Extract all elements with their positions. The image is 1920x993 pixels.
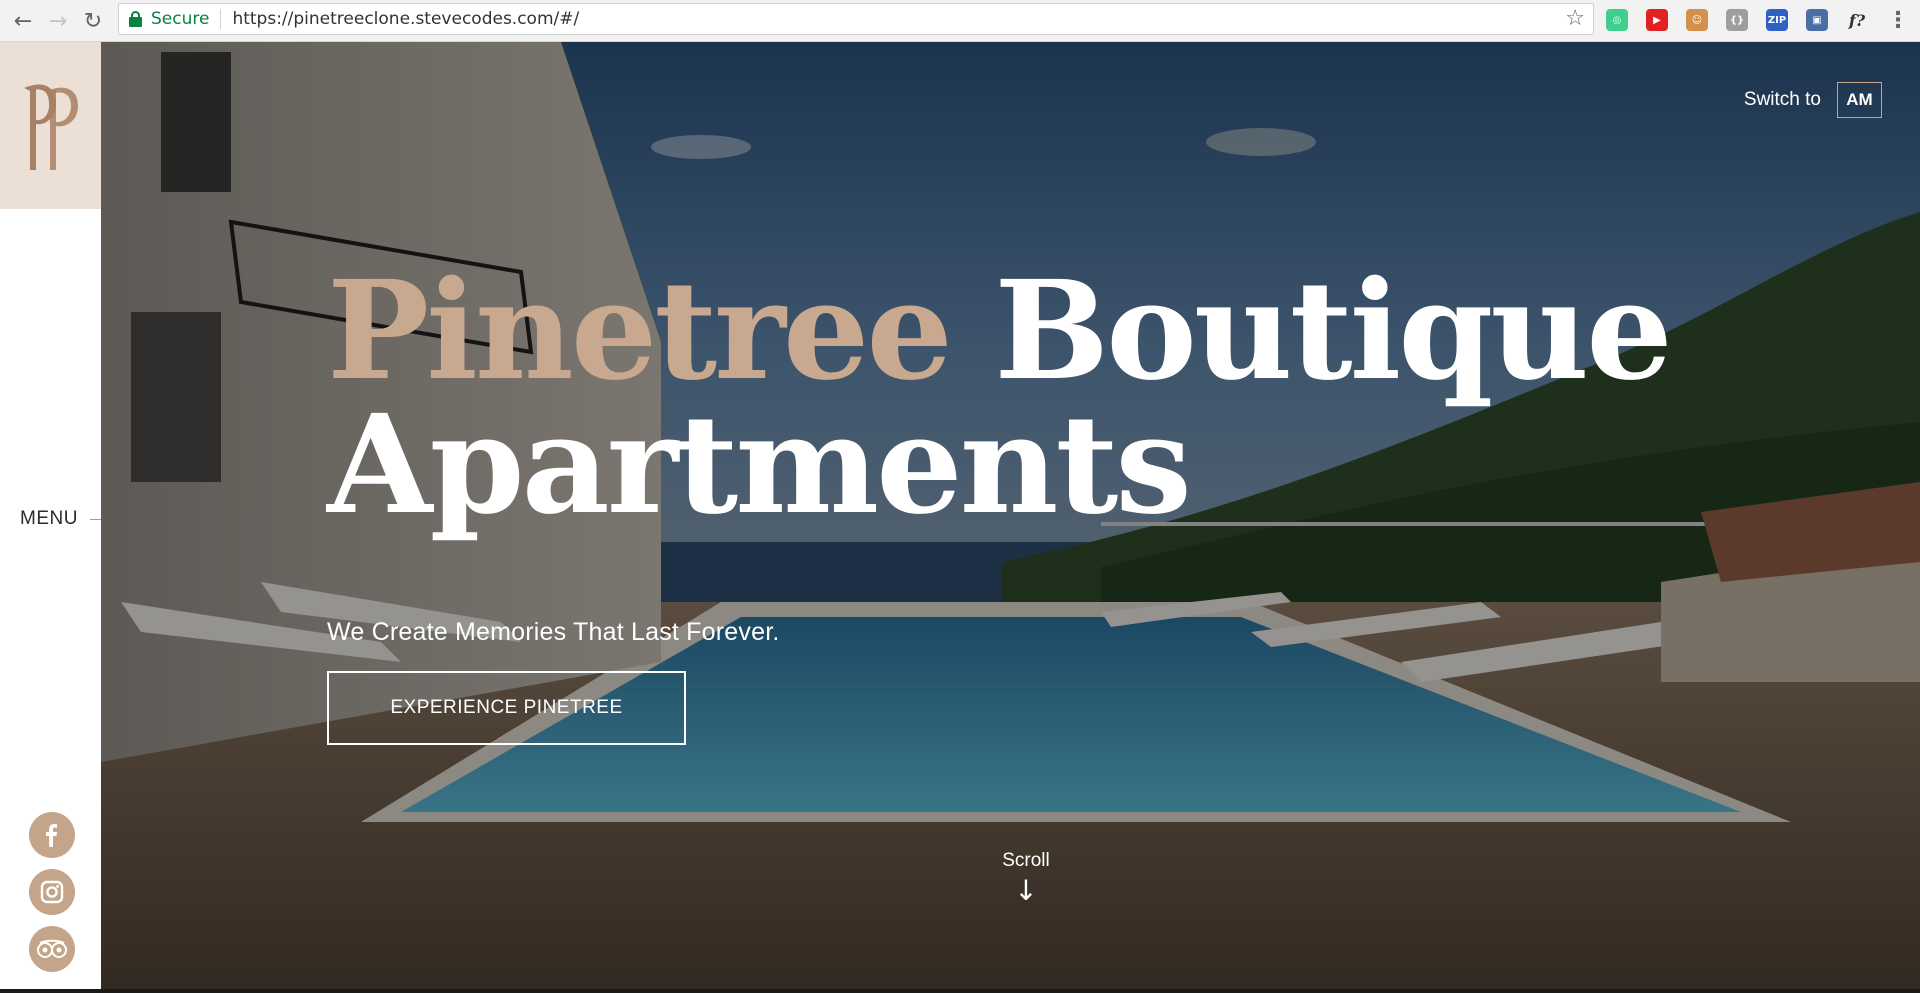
browser-menu-icon[interactable]: ⋮ xyxy=(1886,6,1910,36)
switch-label: Switch to xyxy=(1743,89,1821,110)
facebook-icon xyxy=(46,824,57,847)
facebook-link[interactable] xyxy=(29,812,75,858)
url-text[interactable]: https://pinetreeclone.stevecodes.com/#/ xyxy=(232,9,579,29)
experience-button[interactable]: EXPERIENCE PINETREE xyxy=(327,671,686,745)
hero-headline: Pinetree Boutique Apartments xyxy=(327,263,1807,533)
secure-label: Secure xyxy=(151,9,210,29)
logo[interactable] xyxy=(0,42,101,209)
code-extension-icon[interactable]: {} xyxy=(1726,9,1748,31)
scroll-label: Scroll xyxy=(1002,850,1050,871)
hero-section: Switch to AM Pinetree Boutique Apartment… xyxy=(101,42,1920,989)
address-bar[interactable]: Secure https://pinetreeclone.stevecodes.… xyxy=(118,3,1594,35)
browser-toolbar: ← → ↻ Secure https://pinetreeclone.steve… xyxy=(0,0,1920,42)
forward-icon[interactable]: → xyxy=(43,6,73,36)
screenshot-extension-icon[interactable]: ▣ xyxy=(1806,9,1828,31)
address-separator xyxy=(220,9,222,29)
zip-extension-icon[interactable]: ZIP xyxy=(1766,9,1788,31)
language-switch: Switch to AM xyxy=(1744,82,1882,118)
reload-icon[interactable]: ↻ xyxy=(78,6,108,36)
menu-label: MENU xyxy=(20,508,78,529)
tripadvisor-icon xyxy=(37,939,67,958)
pinetree-logo-icon xyxy=(24,84,78,170)
lock-icon xyxy=(129,11,142,27)
grammarly-extension-icon[interactable]: ◎ xyxy=(1606,9,1628,31)
whatfont-extension-icon[interactable]: f? xyxy=(1846,9,1868,31)
instagram-link[interactable] xyxy=(29,869,75,915)
arrow-down-icon: ↓ xyxy=(1014,874,1038,907)
instagram-icon xyxy=(40,880,64,904)
switch-button[interactable]: AM xyxy=(1837,82,1882,118)
tripadvisor-link[interactable] xyxy=(29,926,75,972)
bookmark-star-icon[interactable]: ☆ xyxy=(1565,6,1585,31)
back-icon[interactable]: ← xyxy=(8,6,38,36)
bottom-edge xyxy=(0,989,1920,993)
sidebar: MENU xyxy=(0,42,130,989)
scroll-indicator[interactable]: Scroll ↓ xyxy=(986,850,1066,906)
face-extension-icon[interactable]: ☺ xyxy=(1686,9,1708,31)
hero-tagline: We Create Memories That Last Forever. xyxy=(327,618,780,646)
youtube-extension-icon[interactable]: ▶ xyxy=(1646,9,1668,31)
